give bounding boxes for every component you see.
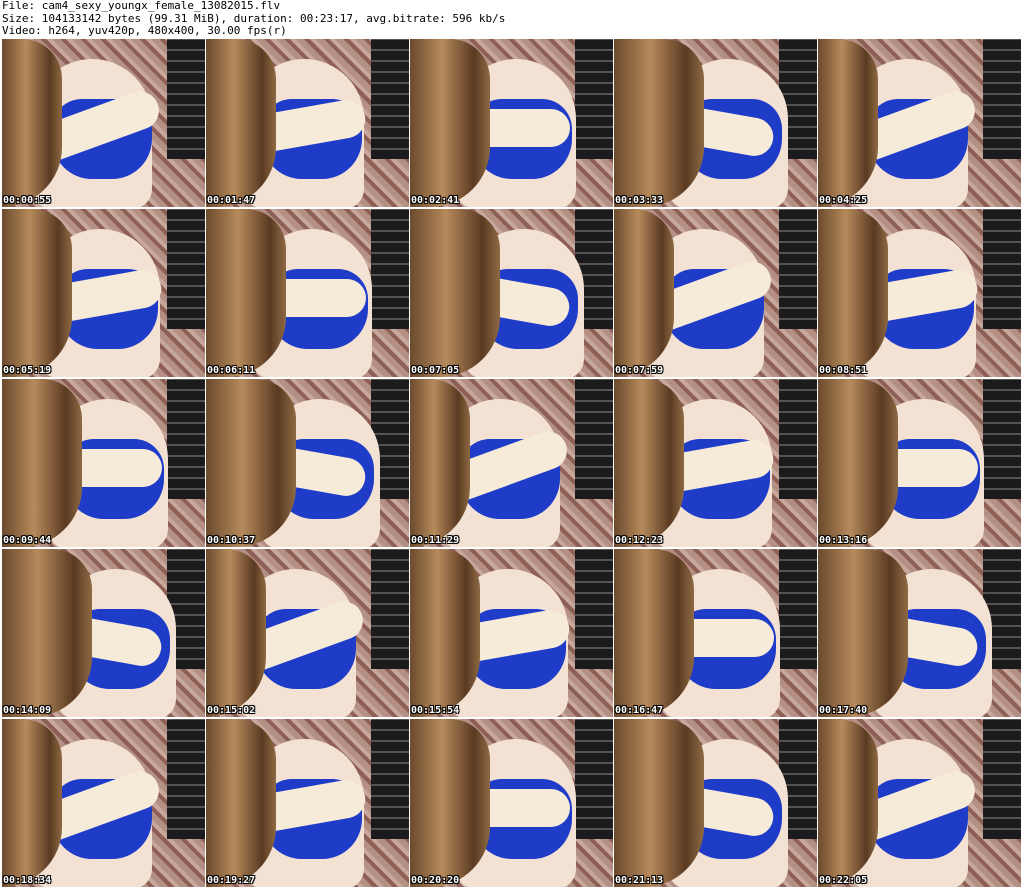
thumbnail-timestamp: 00:22:05 — [819, 875, 868, 886]
video-info-line: Video: h264, yuv420p, 480x400, 30.00 fps… — [2, 24, 287, 37]
thumbnail-timestamp: 00:19:27 — [207, 875, 256, 886]
thumbnail-timestamp: 00:12:23 — [615, 535, 664, 546]
brick-wall — [575, 39, 613, 159]
video-thumbnail: 00:15:02 — [206, 549, 409, 717]
video-thumbnail: 00:11:29 — [410, 379, 613, 547]
brick-wall — [371, 39, 409, 159]
brick-wall — [779, 379, 817, 499]
video-thumbnail: 00:20:20 — [410, 719, 613, 887]
thumbnail-timestamp: 00:17:40 — [819, 705, 868, 716]
brick-wall — [575, 719, 613, 839]
thumbnail-timestamp: 00:00:55 — [3, 195, 52, 206]
thumbnail-timestamp: 00:06:11 — [207, 365, 256, 376]
thumbnail-timestamp: 00:11:29 — [411, 535, 460, 546]
video-thumbnail: 00:16:47 — [614, 549, 817, 717]
thumbnail-timestamp: 00:20:20 — [411, 875, 460, 886]
thumbnail-timestamp: 00:15:54 — [411, 705, 460, 716]
thumbnail-timestamp: 00:18:34 — [3, 875, 52, 886]
video-thumbnail: 00:07:05 — [410, 209, 613, 377]
hair — [206, 209, 286, 377]
video-thumbnail: 00:00:55 — [2, 39, 205, 207]
brick-wall — [983, 209, 1021, 329]
brick-wall — [983, 719, 1021, 839]
video-thumbnail: 00:12:23 — [614, 379, 817, 547]
thumbnail-timestamp: 00:01:47 — [207, 195, 256, 206]
video-thumbnail: 00:03:33 — [614, 39, 817, 207]
thumbnail-timestamp: 00:07:59 — [615, 365, 664, 376]
thumbnail-timestamp: 00:02:41 — [411, 195, 460, 206]
hair — [206, 379, 296, 547]
thumbnail-timestamp: 00:07:05 — [411, 365, 460, 376]
brick-wall — [167, 719, 205, 839]
thumbnail-timestamp: 00:03:33 — [615, 195, 664, 206]
brick-wall — [167, 209, 205, 329]
file-info-header: File: cam4_sexy_youngx_female_13082015.f… — [2, 0, 1022, 38]
brick-wall — [371, 549, 409, 669]
hair — [818, 549, 908, 717]
thumbnail-timestamp: 00:16:47 — [615, 705, 664, 716]
video-thumbnail: 00:06:11 — [206, 209, 409, 377]
hair — [818, 379, 898, 547]
brick-wall — [167, 39, 205, 159]
brick-wall — [371, 719, 409, 839]
thumbnail-timestamp: 00:13:16 — [819, 535, 868, 546]
hair — [614, 39, 704, 207]
video-thumbnail: 00:13:16 — [818, 379, 1021, 547]
hair — [410, 39, 490, 207]
video-thumbnail: 00:09:44 — [2, 379, 205, 547]
video-thumbnail: 00:10:37 — [206, 379, 409, 547]
brick-wall — [779, 549, 817, 669]
hair — [614, 549, 694, 717]
video-thumbnail: 00:18:34 — [2, 719, 205, 887]
video-thumbnail: 00:04:25 — [818, 39, 1021, 207]
brick-wall — [575, 549, 613, 669]
video-thumbnail: 00:05:19 — [2, 209, 205, 377]
video-thumbnail: 00:22:05 — [818, 719, 1021, 887]
hair — [2, 379, 82, 547]
thumbnail-timestamp: 00:14:09 — [3, 705, 52, 716]
brick-wall — [167, 379, 205, 499]
thumbnail-timestamp: 00:05:19 — [3, 365, 52, 376]
thumbnail-timestamp: 00:08:51 — [819, 365, 868, 376]
brick-wall — [983, 39, 1021, 159]
brick-wall — [371, 209, 409, 329]
thumbnail-timestamp: 00:04:25 — [819, 195, 868, 206]
thumbnail-timestamp: 00:10:37 — [207, 535, 256, 546]
video-thumbnail: 00:02:41 — [410, 39, 613, 207]
video-thumbnail: 00:08:51 — [818, 209, 1021, 377]
video-thumbnail: 00:17:40 — [818, 549, 1021, 717]
brick-wall — [575, 379, 613, 499]
thumbnail-timestamp: 00:15:02 — [207, 705, 256, 716]
video-thumbnail: 00:01:47 — [206, 39, 409, 207]
video-thumbnail: 00:07:59 — [614, 209, 817, 377]
brick-wall — [779, 209, 817, 329]
hair — [410, 719, 490, 887]
hair — [614, 719, 704, 887]
brick-wall — [983, 379, 1021, 499]
file-name-line: File: cam4_sexy_youngx_female_13082015.f… — [2, 0, 281, 12]
thumbnail-timestamp: 00:21:13 — [615, 875, 664, 886]
hair — [410, 209, 500, 377]
video-thumbnail: 00:19:27 — [206, 719, 409, 887]
thumbnail-grid: 00:00:55 00:01:47 00:02:41 00:03:33 00:04:25… — [2, 39, 1021, 887]
hair — [2, 549, 92, 717]
video-thumbnail: 00:14:09 — [2, 549, 205, 717]
thumbnail-timestamp: 00:09:44 — [3, 535, 52, 546]
video-thumbnail: 00:15:54 — [410, 549, 613, 717]
video-thumbnail: 00:21:13 — [614, 719, 817, 887]
